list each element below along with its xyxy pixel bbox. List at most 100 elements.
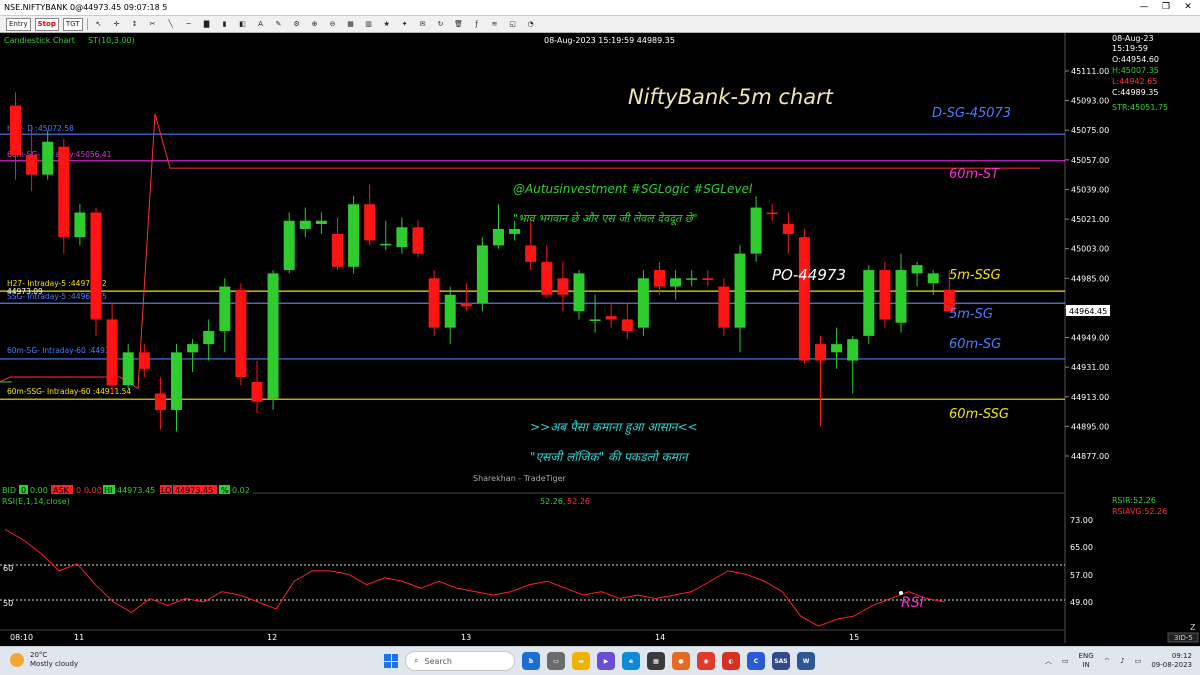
tray-app-icon[interactable]: ▭ [1062,657,1069,665]
pin-icon[interactable]: ✦ [398,18,412,31]
ssg60-level-label: 60m-SSG- Intraday-60 :44911.54 [7,387,131,396]
edge-icon[interactable]: e [622,652,640,670]
candle[interactable] [863,265,875,345]
candle-body [348,204,360,267]
candle-body [267,273,279,399]
file-explorer-icon[interactable]: ▬ [572,652,590,670]
candle-body [815,344,826,361]
snapshot-icon[interactable]: ◱ [506,18,520,31]
candle[interactable] [267,270,279,410]
candle-body [879,270,891,320]
edit-icon[interactable]: ✎ [272,18,286,31]
chart-type-icon[interactable]: ▥ [362,18,376,31]
candle[interactable] [718,278,730,336]
candle[interactable] [879,261,891,328]
taskbar-search[interactable]: ⌕ Search [405,651,515,671]
timer-icon[interactable]: ◔ [524,18,538,31]
delete-icon[interactable]: 🗑 [452,18,466,31]
crosshair-icon[interactable]: ✛ [110,18,124,31]
star-icon[interactable]: ★ [380,18,394,31]
stop-button[interactable]: Stop [34,17,59,31]
windows-start-icon[interactable] [384,654,398,668]
candle[interactable] [348,196,360,274]
entry-button[interactable]: Entry [6,17,31,31]
refresh-icon[interactable]: ↻ [434,18,448,31]
volume-icon[interactable]: ▮ [218,18,232,31]
price-tick-label: 45075.00 [1071,126,1109,135]
chrome-icon[interactable]: ◉ [697,652,715,670]
volume-icon[interactable]: ♪ [1120,657,1124,665]
rsir-value: RSIR:52.26 [1112,496,1156,505]
candle-body [42,141,54,175]
cube-icon[interactable]: ◧ [236,18,250,31]
candle-body [171,352,182,410]
bars-icon[interactable]: ▇ [200,18,214,31]
candle[interactable] [283,212,295,274]
tray-chevron-icon[interactable]: ︿ [1045,656,1052,666]
grid-icon[interactable]: ▦ [344,18,358,31]
rsi-tick-57: 57.00 [1070,571,1093,580]
candle-body [686,278,698,280]
overlap-price-label: 44973.09 [7,287,43,296]
trading-app-window: NSE.NIFTYBANK 0@44973.45 09:07:18 5 — ❐ … [0,0,1200,675]
alert-icon[interactable]: ✉ [416,18,430,31]
st60-annotation: 60m-ST [949,167,1000,182]
candle-body [332,233,343,267]
compare-icon[interactable]: ≋ [488,18,502,31]
trendline-icon[interactable]: ╲ [164,18,178,31]
teams-icon[interactable]: ▶ [597,652,615,670]
candle-body [573,273,585,312]
tgt-button[interactable]: TGT [62,17,83,31]
measure-icon[interactable]: ↕ [128,18,142,31]
sg60m-annotation: 60m-SG [949,337,1001,352]
wifi-icon[interactable]: ⌔ [1104,657,1111,666]
weather-widget[interactable]: 20°C Mostly cloudy [10,651,78,669]
minimize-button[interactable]: — [1138,2,1150,12]
candle[interactable] [235,283,247,386]
app-icon-red[interactable]: ◐ [722,652,740,670]
bing-icon[interactable]: b [522,652,540,670]
zoom-in-icon[interactable]: ⊕ [308,18,322,31]
indicator-icon[interactable]: ƒ [470,18,484,31]
candle[interactable] [798,228,810,364]
search-icon: ⌕ [414,656,419,665]
line-icon[interactable]: ─ [182,18,196,31]
info-str: STR:45051.75 [1112,103,1168,112]
zoom-out-icon[interactable]: ⊖ [326,18,340,31]
pct-value: 0.02 [232,486,250,495]
search-placeholder: Search [424,656,452,666]
candle-body [782,224,794,234]
price-chart[interactable]: Candlestick Chart ST(10,3.00) 08-Aug-202… [0,33,1200,646]
candle-body [10,105,21,155]
settings-icon[interactable]: ⚙ [290,18,304,31]
word-icon[interactable]: W [797,652,815,670]
candle-body [90,212,102,320]
task-view-icon[interactable]: ▭ [547,652,565,670]
quote-bar: BID 0 0.00 ASK 0 0.00 HI 44973.45 LO 449… [0,484,253,495]
sas-icon[interactable]: SAS [772,652,790,670]
time-label-12: 12 [267,633,277,642]
close-button[interactable]: ✕ [1182,2,1194,12]
store-icon[interactable]: ▦ [647,652,665,670]
candle[interactable] [476,237,488,312]
app-icon-blue[interactable]: C [747,652,765,670]
candle[interactable] [428,270,440,336]
lo-value: 44973.45 [175,486,213,495]
candle-body [219,286,231,331]
candle[interactable] [90,207,102,336]
firefox-icon[interactable]: ● [672,652,690,670]
cursor-icon[interactable]: ↖ [92,18,106,31]
tools-icon[interactable]: ✂ [146,18,160,31]
clock[interactable]: 09:12 09-08-2023 [1151,652,1192,670]
battery-icon[interactable]: ▭ [1135,657,1142,665]
candle[interactable] [58,138,70,254]
candle[interactable] [637,270,649,336]
weather-desc: Mostly cloudy [30,660,79,668]
maximize-button[interactable]: ❐ [1160,2,1172,12]
candle-body [525,245,537,262]
bid-label: BID [2,486,16,495]
promo-line-1: >>अब पैसा कमाना हुआ आसान<< [530,420,698,435]
language-indicator[interactable]: ENG IN [1079,652,1094,670]
candle-body [460,302,472,307]
text-icon[interactable]: A [254,18,268,31]
